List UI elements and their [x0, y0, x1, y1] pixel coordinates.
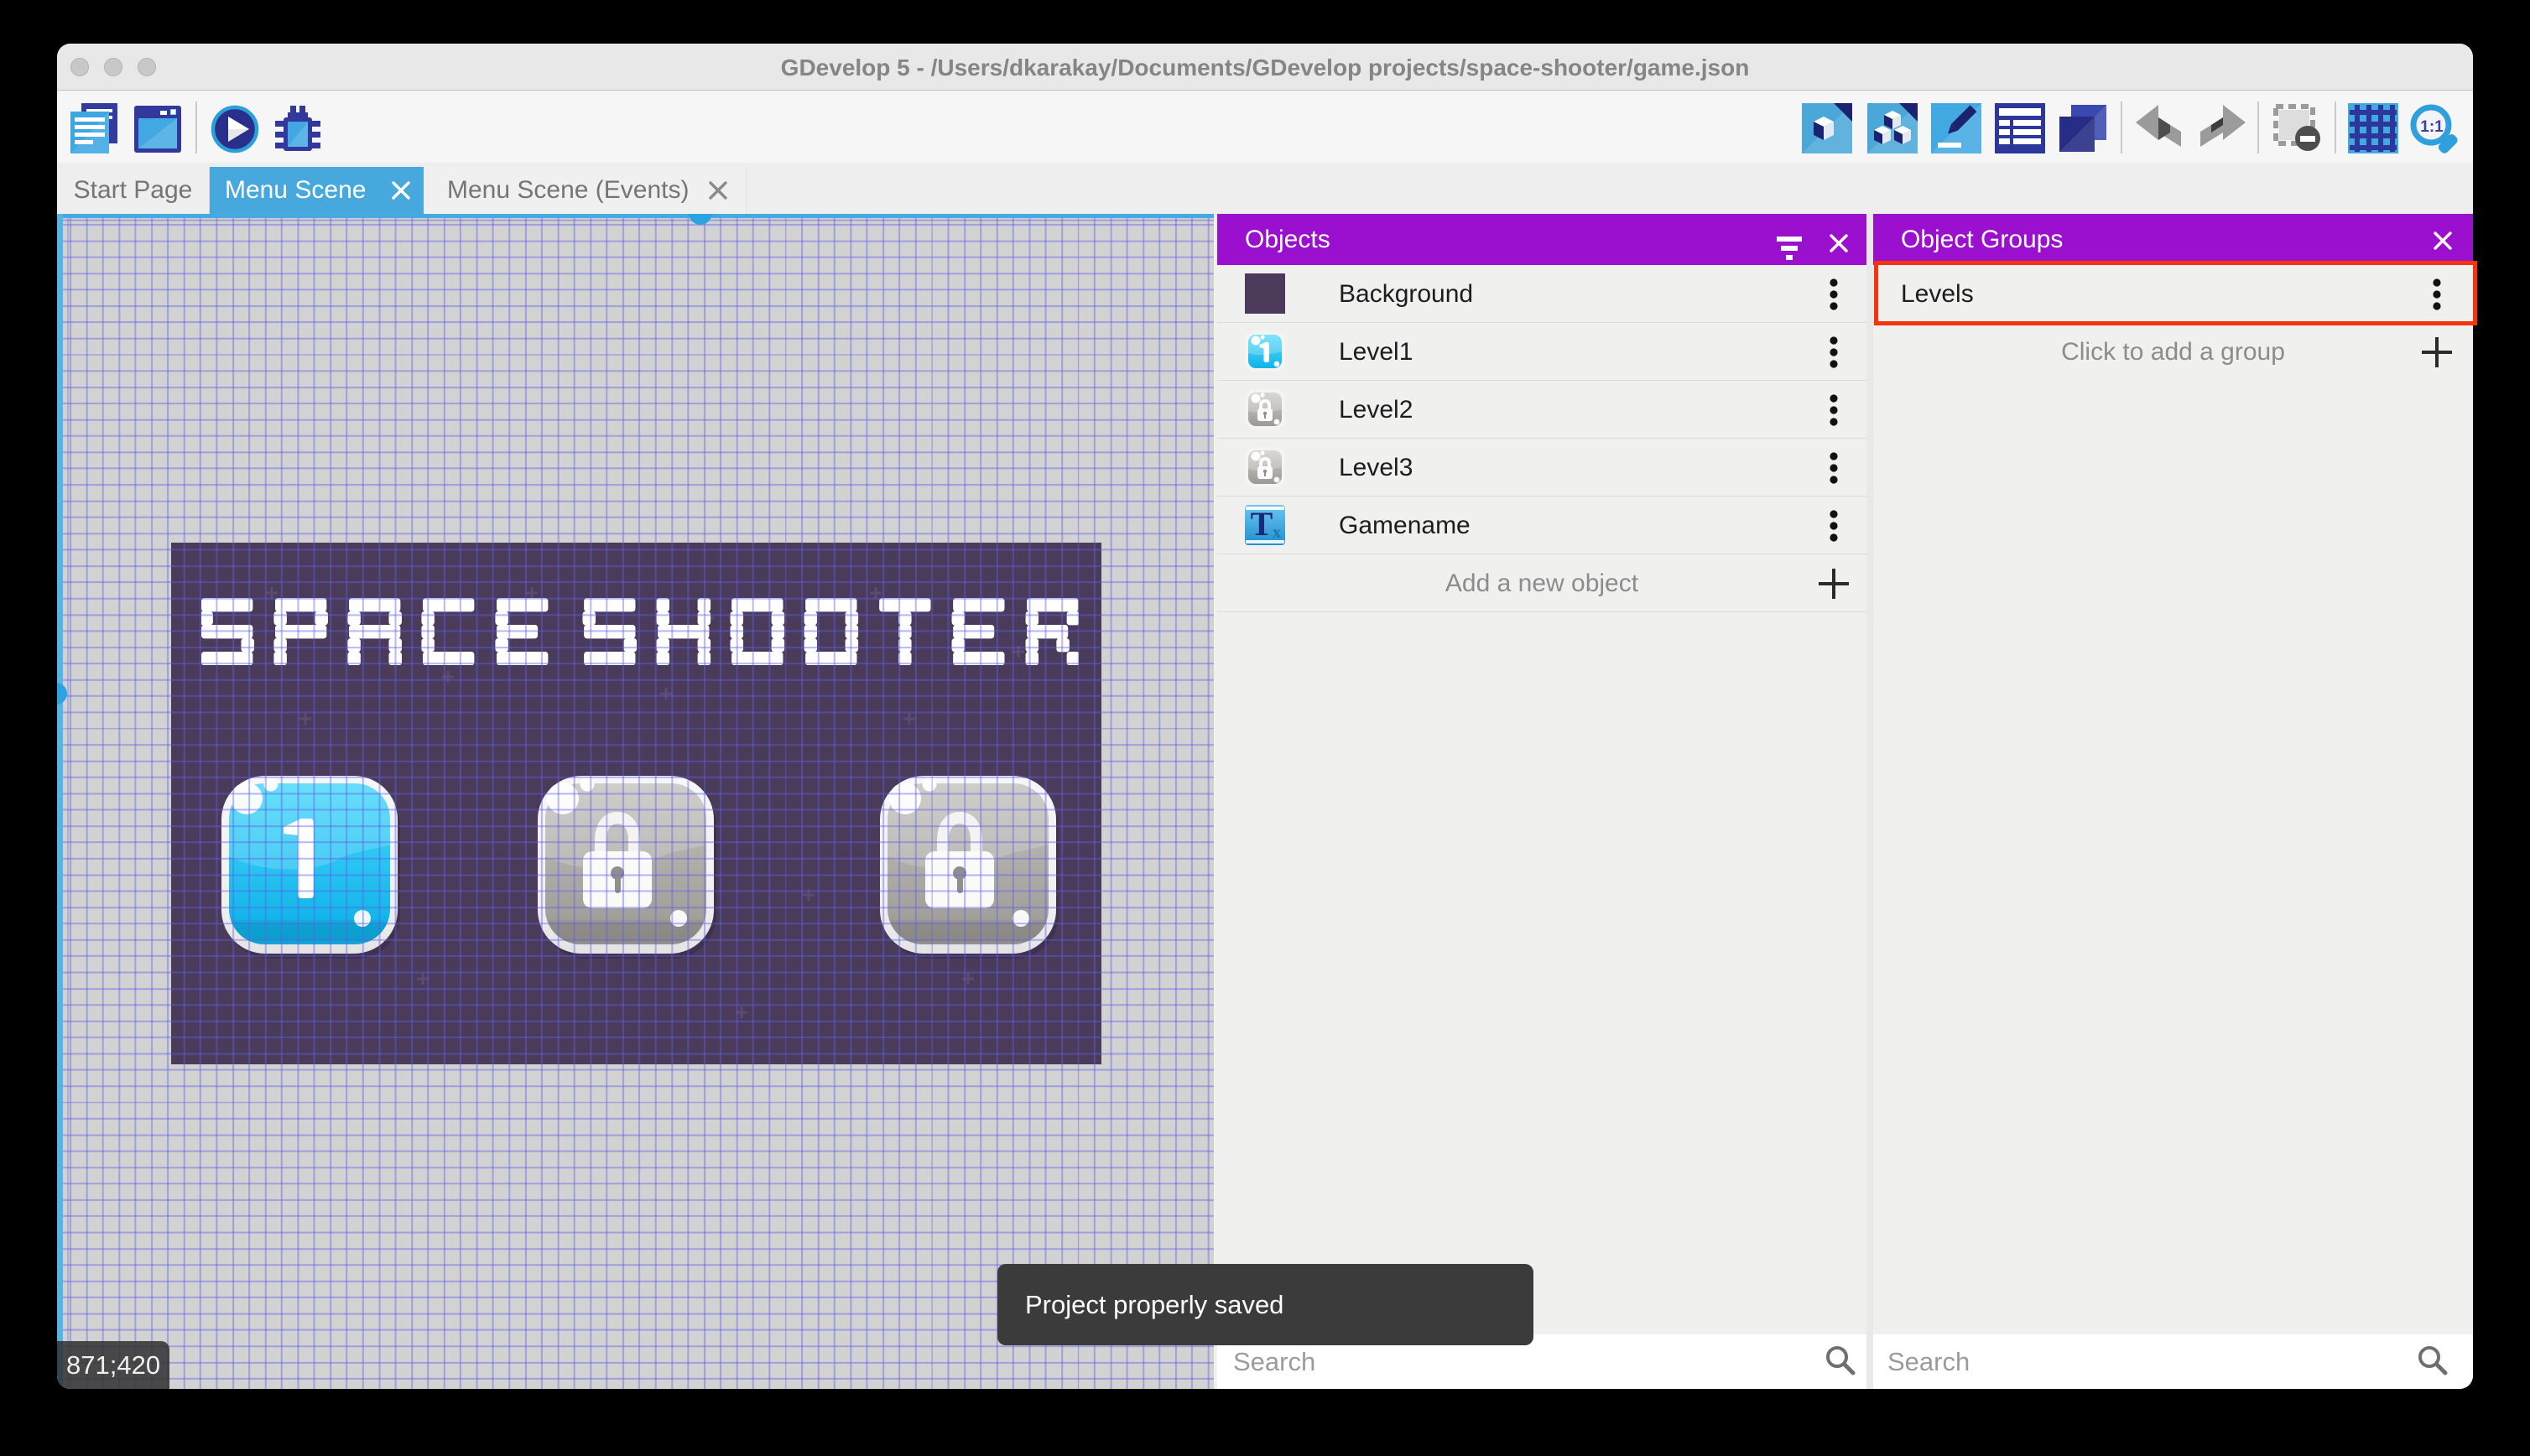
svg-text:1:1: 1:1: [2420, 118, 2444, 136]
svg-text:x: x: [1273, 523, 1281, 542]
svg-text:T: T: [1251, 505, 1273, 543]
